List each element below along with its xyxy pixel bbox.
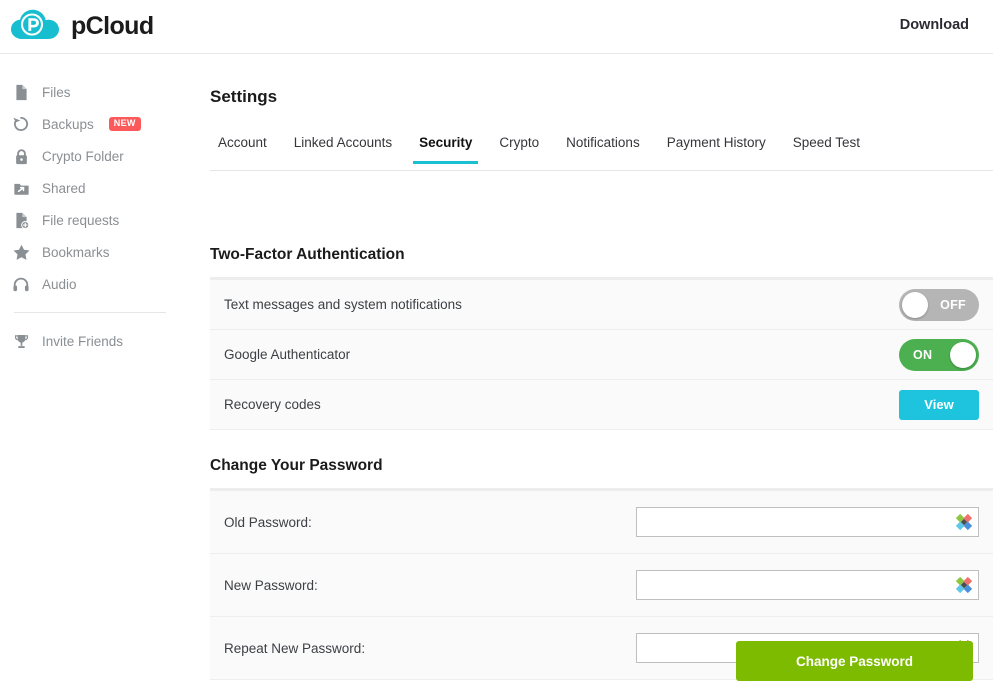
two-factor-heading: Two-Factor Authentication xyxy=(210,246,405,263)
toggle-knob xyxy=(902,291,928,318)
sidebar-item-shared[interactable]: Shared xyxy=(0,172,190,204)
settings-tabs: Account Linked Accounts Security Crypto … xyxy=(210,131,993,171)
brand-name: pCloud xyxy=(71,11,154,40)
sidebar-item-label: Invite Friends xyxy=(42,333,124,349)
row-label: Repeat New Password: xyxy=(224,640,366,656)
row-control: ON xyxy=(899,338,979,371)
new-password-input[interactable] xyxy=(636,570,979,600)
tab-payment-history[interactable]: Payment History xyxy=(667,131,766,163)
row-label: Recovery codes xyxy=(224,397,321,412)
new-badge: NEW xyxy=(108,117,141,131)
toggle-knob xyxy=(950,341,976,368)
sidebar-item-backups[interactable]: Backups NEW xyxy=(0,108,190,140)
tab-linked-accounts[interactable]: Linked Accounts xyxy=(294,131,392,163)
tab-crypto[interactable]: Crypto xyxy=(499,131,539,163)
view-recovery-codes-button[interactable]: View xyxy=(899,389,979,420)
sidebar-item-bookmarks[interactable]: Bookmarks xyxy=(0,236,190,268)
sidebar-item-label: Bookmarks xyxy=(42,244,110,260)
row-recovery-codes: Recovery codes View xyxy=(210,380,993,430)
row-text-messages: Text messages and system notifications O… xyxy=(210,280,993,330)
password-field-wrapper xyxy=(636,570,979,600)
sidebar-item-files[interactable]: Files xyxy=(0,76,190,108)
brand-logo[interactable]: pCloud xyxy=(10,7,154,45)
lock-icon xyxy=(11,146,31,166)
row-control xyxy=(636,507,979,537)
sidebar-item-audio[interactable]: Audio xyxy=(0,268,190,300)
sidebar-item-label: File requests xyxy=(42,212,120,228)
star-icon xyxy=(11,242,31,262)
sidebar-divider xyxy=(14,312,166,313)
password-manager-icon[interactable] xyxy=(955,576,973,594)
sidebar-item-label: Shared xyxy=(42,180,86,196)
tab-speed-test[interactable]: Speed Test xyxy=(793,131,860,163)
sidebar: Files Backups NEW Crypto Folder Shared F… xyxy=(0,54,190,689)
sidebar-item-label: Crypto Folder xyxy=(42,148,124,164)
tab-account[interactable]: Account xyxy=(218,131,267,163)
trophy-icon xyxy=(11,331,31,351)
sidebar-item-invite-friends[interactable]: Invite Friends xyxy=(0,325,190,357)
row-label: New Password: xyxy=(224,577,318,593)
sidebar-item-label: Files xyxy=(42,84,71,100)
toggle-state-label: ON xyxy=(913,347,933,362)
sidebar-item-crypto-folder[interactable]: Crypto Folder xyxy=(0,140,190,172)
backup-restore-icon xyxy=(11,114,31,134)
headphones-icon xyxy=(11,274,31,294)
file-plus-icon xyxy=(11,210,31,230)
app-header: pCloud Download xyxy=(0,0,993,54)
row-old-password: Old Password: xyxy=(210,491,993,554)
toggle-state-label: OFF xyxy=(940,297,966,312)
row-google-authenticator: Google Authenticator ON xyxy=(210,330,993,380)
row-label: Google Authenticator xyxy=(224,347,351,362)
password-field-wrapper xyxy=(636,507,979,537)
sidebar-item-label: Audio xyxy=(42,276,77,292)
row-control: OFF xyxy=(899,288,979,321)
shared-folder-icon xyxy=(11,178,31,198)
row-control: View xyxy=(899,389,979,420)
change-password-button[interactable]: Change Password xyxy=(736,641,973,681)
two-factor-section: Two-Factor Authentication Text messages … xyxy=(210,246,993,430)
password-manager-icon[interactable] xyxy=(955,513,973,531)
old-password-input[interactable] xyxy=(636,507,979,537)
row-new-password: New Password: xyxy=(210,554,993,617)
row-label: Text messages and system notifications xyxy=(224,297,462,312)
main-content: Settings Account Linked Accounts Securit… xyxy=(190,54,993,689)
row-control xyxy=(636,570,979,600)
download-link[interactable]: Download xyxy=(900,17,969,33)
sidebar-item-label: Backups xyxy=(42,116,94,132)
row-label: Old Password: xyxy=(224,514,312,530)
file-icon xyxy=(11,82,31,102)
toggle-google-authenticator[interactable]: ON xyxy=(899,338,979,371)
pcloud-logo-icon xyxy=(10,7,62,45)
tab-security[interactable]: Security xyxy=(413,131,479,164)
tab-notifications[interactable]: Notifications xyxy=(566,131,640,163)
toggle-text-messages[interactable]: OFF xyxy=(899,288,979,321)
page-title: Settings xyxy=(210,87,278,106)
sidebar-item-file-requests[interactable]: File requests xyxy=(0,204,190,236)
change-password-heading: Change Your Password xyxy=(210,457,383,474)
